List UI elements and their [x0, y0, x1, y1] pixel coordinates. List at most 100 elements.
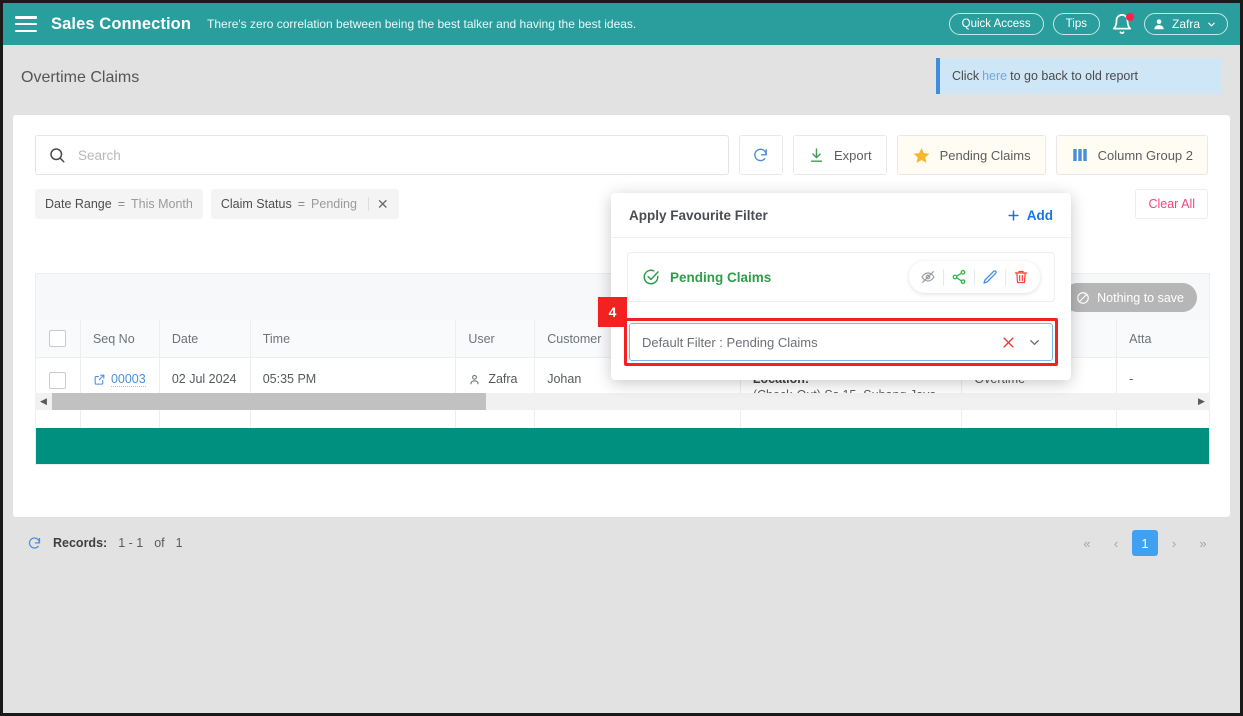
pagination-prev[interactable]: ‹: [1103, 530, 1129, 556]
scroll-right-arrow-icon[interactable]: ▶: [1193, 396, 1210, 407]
chip-field: Date Range: [45, 197, 112, 211]
no-entry-icon: [1077, 291, 1089, 304]
step-badge-4: 4: [598, 297, 627, 327]
search-input-placeholder[interactable]: Search: [78, 148, 121, 163]
search-box[interactable]: Search: [35, 135, 729, 175]
scrollbar-track[interactable]: [52, 393, 1193, 410]
clear-all-button[interactable]: Clear All: [1135, 189, 1208, 219]
open-external-icon: [94, 374, 105, 385]
user-name-label: Zafra: [1171, 17, 1200, 31]
records-of: of: [154, 536, 165, 550]
notification-dot: [1125, 13, 1134, 21]
chip-equals: =: [117, 197, 126, 211]
favourite-item-name: Pending Claims: [670, 269, 772, 285]
filter-chip-date-range[interactable]: Date Range = This Month: [35, 189, 203, 219]
edit-icon[interactable]: [975, 262, 1005, 292]
page-header: Overtime Claims Click here to go back to…: [3, 45, 1240, 111]
chevron-down-icon: [1208, 22, 1215, 26]
default-filter-value: Default Filter : Pending Claims: [642, 334, 818, 350]
seq-no-link[interactable]: 00003: [110, 372, 146, 387]
add-favourite-button[interactable]: Add: [1006, 208, 1053, 223]
quick-access-button[interactable]: Quick Access: [948, 13, 1044, 35]
refresh-button[interactable]: [738, 135, 783, 175]
favourite-filter-label: Pending Claims: [939, 147, 1031, 163]
app-window: Sales Connection There's zero correlatio…: [0, 0, 1243, 716]
tagline-text: There's zero correlation between being t…: [207, 17, 637, 31]
chip-remove-icon[interactable]: ✕: [367, 197, 389, 211]
user-avatar-icon: [1154, 19, 1164, 30]
apply-favourite-filter-popover: Apply Favourite Filter Add Pending Claim…: [598, 193, 1071, 380]
highlight-box: Default Filter : Pending Claims: [624, 318, 1058, 366]
header-attachment[interactable]: Atta: [1117, 320, 1209, 358]
user-menu-button[interactable]: Zafra: [1143, 13, 1228, 35]
header-time[interactable]: Time: [250, 320, 457, 358]
nothing-to-save-label: Nothing to save: [1097, 290, 1184, 305]
pagination-page-1[interactable]: 1: [1132, 530, 1158, 556]
notice-suffix: to go back to old report: [1010, 69, 1138, 83]
default-filter-select[interactable]: Default Filter : Pending Claims: [629, 323, 1053, 361]
chip-value: Pending: [311, 197, 357, 211]
chip-field: Claim Status: [220, 197, 292, 211]
eye-off-icon[interactable]: [913, 262, 943, 292]
filter-chip-claim-status[interactable]: Claim Status = Pending ✕: [210, 189, 399, 219]
notice-prefix: Click: [952, 69, 980, 83]
user-icon: [470, 374, 479, 384]
refresh-records-icon: [28, 536, 41, 549]
plus-icon: [1008, 209, 1019, 221]
scrollbar-thumb[interactable]: [52, 393, 486, 410]
share-icon[interactable]: [944, 262, 974, 292]
top-navigation-bar: Sales Connection There's zero correlatio…: [3, 3, 1240, 45]
old-report-notice: Click here to go back to old report: [936, 58, 1222, 94]
table-footer: Records: 1 - 1 of 1 « ‹ 1 › »: [13, 523, 1230, 563]
pagination-last[interactable]: »: [1190, 530, 1216, 556]
check-circle-icon: [643, 269, 659, 285]
pagination: « ‹ 1 › »: [1074, 530, 1216, 556]
top-nav-right-group: Quick Access Tips Zafra: [948, 13, 1228, 35]
header-select-all-cell: [36, 320, 81, 358]
records-total: 1: [175, 536, 183, 550]
delete-icon[interactable]: [1006, 262, 1036, 292]
tips-button[interactable]: Tips: [1052, 13, 1100, 35]
favourite-filter-button[interactable]: Pending Claims: [896, 135, 1046, 175]
chip-value: This Month: [131, 197, 193, 211]
favourite-item-actions: [909, 261, 1040, 293]
add-favourite-label: Add: [1026, 207, 1053, 223]
page-title: Overtime Claims: [21, 69, 140, 86]
table-horizontal-scrollbar[interactable]: ◀ ▶: [35, 393, 1210, 410]
popover-header: Apply Favourite Filter Add: [611, 193, 1071, 238]
header-user[interactable]: User: [456, 320, 536, 358]
chevron-down-icon: [1030, 339, 1039, 345]
export-button[interactable]: Export: [792, 135, 887, 175]
hamburger-menu-icon[interactable]: [15, 16, 37, 32]
notification-bell-icon[interactable]: [1111, 13, 1134, 35]
scroll-left-arrow-icon[interactable]: ◀: [35, 396, 52, 407]
popover-title: Apply Favourite Filter: [629, 207, 768, 223]
header-seq-no[interactable]: Seq No: [80, 320, 160, 358]
records-summary: Records: 1 - 1 of 1: [27, 536, 183, 551]
header-date[interactable]: Date: [159, 320, 251, 358]
clear-selection-icon: [1003, 336, 1014, 348]
column-group-button[interactable]: Column Group 2: [1055, 135, 1208, 175]
column-group-icon: [1072, 149, 1087, 161]
default-filter-highlight-wrapper: 4 Default Filter : Pending Claims: [598, 297, 1058, 366]
brand-title: Sales Connection: [51, 14, 192, 33]
refresh-icon: [754, 148, 768, 161]
star-icon: [913, 147, 929, 163]
nothing-to-save-button[interactable]: Nothing to save: [1063, 283, 1197, 312]
search-icon: [50, 148, 65, 163]
report-toolbar: Search Export Pending Claims Column Grou…: [13, 115, 1230, 175]
records-label: Records:: [53, 536, 108, 550]
select-all-checkbox[interactable]: [49, 330, 67, 347]
chip-equals: =: [297, 197, 306, 211]
pagination-next[interactable]: ›: [1161, 530, 1187, 556]
export-download-icon: [810, 147, 823, 162]
records-range: 1 - 1: [118, 536, 144, 550]
pagination-first[interactable]: «: [1074, 530, 1100, 556]
row-checkbox[interactable]: [49, 372, 67, 389]
export-label: Export: [833, 147, 872, 163]
cell-user-name: Zafra: [488, 372, 518, 386]
favourite-filter-item[interactable]: Pending Claims: [627, 252, 1055, 302]
column-group-label: Column Group 2: [1097, 147, 1193, 163]
table-summary-row: [36, 428, 1209, 464]
old-report-link[interactable]: here: [982, 69, 1007, 83]
